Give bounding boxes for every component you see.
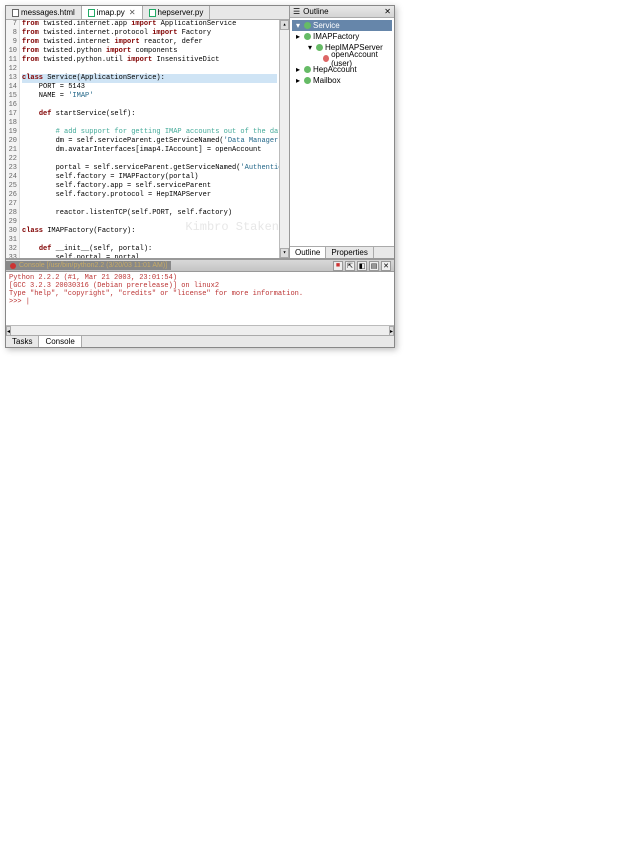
- twisty-icon[interactable]: ▸: [294, 65, 302, 74]
- close-icon[interactable]: ✕: [384, 7, 391, 16]
- outline-tabbar: OutlineProperties: [290, 246, 394, 258]
- outline-tab[interactable]: Outline: [290, 247, 326, 258]
- bottom-tab[interactable]: Console: [39, 336, 81, 347]
- class-icon: [304, 77, 311, 84]
- tab-label: imap.py: [97, 8, 125, 17]
- console-line: Python 2.2.2 (#1, Mar 21 2003, 23:01:54): [9, 274, 391, 282]
- console-title: Console [/usr/bin/python2.2 (3/20/03 11:…: [19, 262, 167, 269]
- console-output[interactable]: Python 2.2.2 (#1, Mar 21 2003, 23:01:54)…: [6, 272, 394, 325]
- console-line: [GCC 3.2.3 20030316 (Debian prerelease)]…: [9, 282, 391, 290]
- editor-tab[interactable]: hepserver.py: [143, 6, 211, 19]
- code-lines[interactable]: from twisted.internet.app import Applica…: [20, 20, 279, 258]
- outline-node-label: HepAccount: [313, 65, 357, 74]
- editor-tab[interactable]: messages.html: [6, 6, 82, 19]
- outline-tree[interactable]: ▾Service▸IMAPFactory▾HepIMAPServeropenAc…: [290, 18, 394, 246]
- top-split: messages.html imap.py ✕ hepserver.py 789101…: [6, 6, 394, 259]
- code-area[interactable]: 7891011121314151617181920212223242526272…: [6, 20, 289, 258]
- outline-node-label: Mailbox: [313, 76, 341, 85]
- file-icon: [88, 9, 95, 17]
- console-header: Console [/usr/bin/python2.2 (3/20/03 11:…: [6, 260, 394, 272]
- outline-pane: ☰ Outline ✕ ▾Service▸IMAPFactory▾HepIMAP…: [290, 6, 394, 258]
- console-toolbar-button[interactable]: ▤: [369, 261, 379, 271]
- outline-node-label: IMAPFactory: [313, 32, 359, 41]
- file-icon: [149, 9, 156, 17]
- class-icon: [304, 22, 311, 29]
- twisty-icon[interactable]: ▾: [294, 21, 302, 30]
- console-toolbar-button[interactable]: ◧: [357, 261, 367, 271]
- bottom-tabbar: TasksConsole: [6, 335, 394, 347]
- console-toolbar-button[interactable]: ⇱: [345, 261, 355, 271]
- console-toolbar-button[interactable]: ✕: [381, 261, 391, 271]
- tab-label: messages.html: [21, 8, 75, 17]
- class-icon: [316, 44, 323, 51]
- editor-tabbar: messages.html imap.py ✕ hepserver.py: [6, 6, 289, 20]
- console-line: >>> |: [9, 298, 391, 306]
- bottom-pane: Console [/usr/bin/python2.2 (3/20/03 11:…: [6, 259, 394, 347]
- outline-title: Outline: [303, 7, 328, 16]
- bottom-tab[interactable]: Tasks: [6, 336, 39, 347]
- ide-window: messages.html imap.py ✕ hepserver.py 789101…: [5, 5, 395, 348]
- tab-label: hepserver.py: [158, 8, 204, 17]
- outline-node-label: Service: [313, 21, 340, 30]
- scroll-up-icon[interactable]: ▴: [280, 20, 289, 30]
- class-icon: [304, 66, 311, 73]
- outline-node[interactable]: ▸ IMAPFactory: [292, 31, 392, 42]
- editor-vscroll[interactable]: ▴ ▾: [279, 20, 289, 258]
- outline-header: ☰ Outline ✕: [290, 6, 394, 18]
- method-icon: [323, 55, 329, 62]
- file-icon: [12, 9, 19, 17]
- twisty-icon[interactable]: ▸: [294, 32, 302, 41]
- outline-node[interactable]: openAccount (user): [312, 53, 392, 64]
- outline-node[interactable]: ▾ Service: [292, 20, 392, 31]
- console-line: Type "help", "copyright", "credits" or "…: [9, 290, 391, 298]
- console-title-area: Console [/usr/bin/python2.2 (3/20/03 11:…: [6, 261, 171, 270]
- twisty-icon[interactable]: ▸: [294, 76, 302, 85]
- running-indicator-icon: [10, 263, 16, 269]
- outline-icon: ☰: [293, 7, 300, 16]
- line-gutter: 7891011121314151617181920212223242526272…: [6, 20, 20, 258]
- console-hscroll[interactable]: ◂ ▸: [6, 325, 394, 335]
- close-icon[interactable]: ✕: [129, 8, 136, 17]
- twisty-icon[interactable]: ▾: [306, 43, 314, 52]
- outline-node[interactable]: ▸ Mailbox: [292, 75, 392, 86]
- terminate-button[interactable]: ■: [333, 261, 343, 271]
- editor-tab[interactable]: imap.py ✕: [82, 6, 143, 19]
- console-toolbar: ■⇱◧▤✕: [330, 261, 394, 271]
- scroll-down-icon[interactable]: ▾: [280, 248, 289, 258]
- editor-pane: messages.html imap.py ✕ hepserver.py 789101…: [6, 6, 290, 258]
- outline-tab[interactable]: Properties: [326, 247, 373, 258]
- class-icon: [304, 33, 311, 40]
